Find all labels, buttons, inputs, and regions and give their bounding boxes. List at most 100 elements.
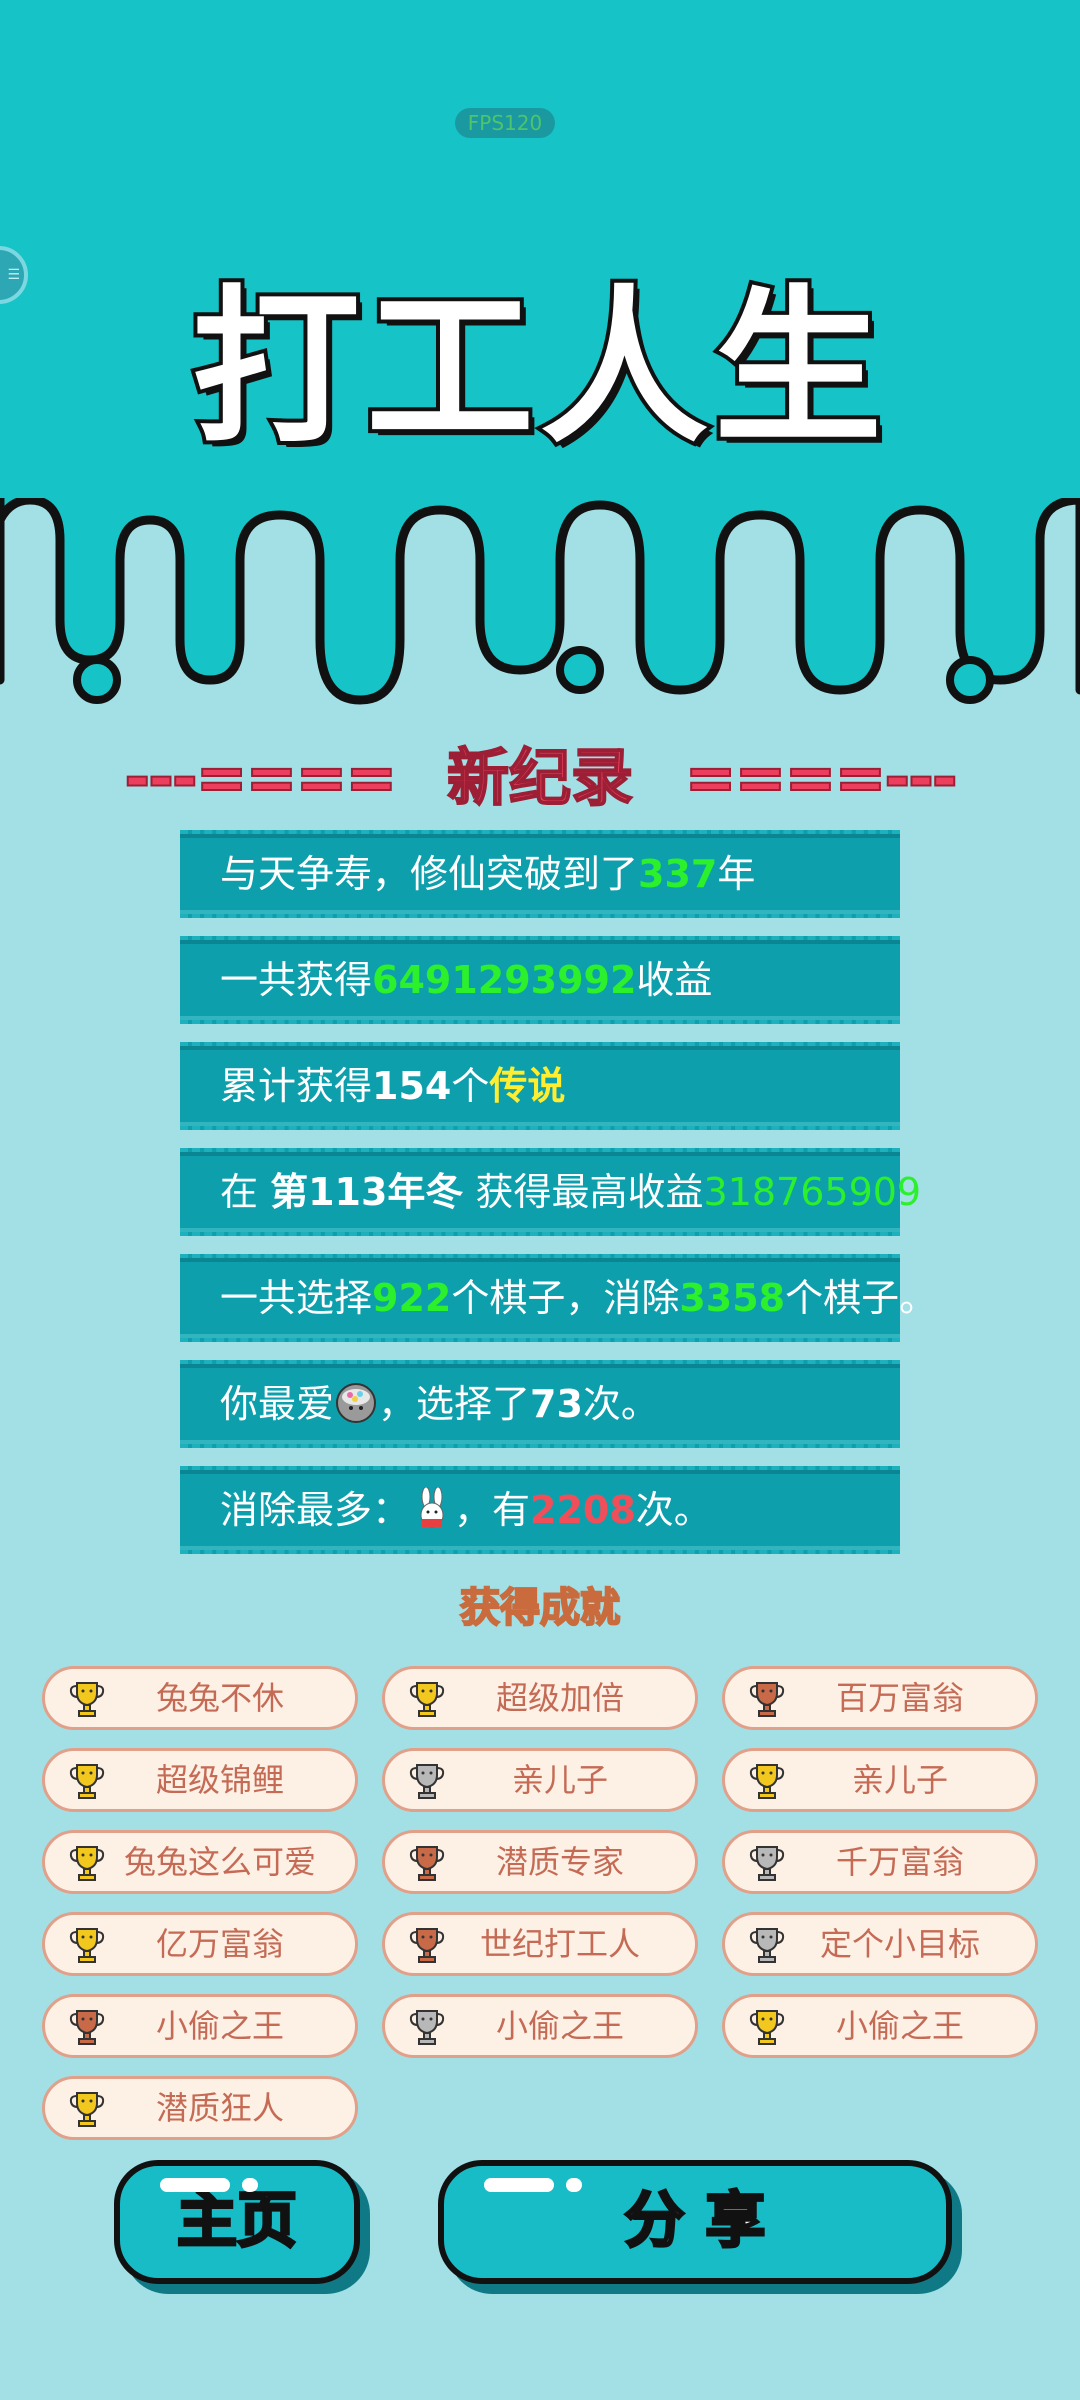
achievement-label: 定个小目标 [819, 1925, 980, 1963]
button-shine [160, 2178, 230, 2192]
record-dashes-left: ---==== [123, 740, 398, 815]
trophy-icon [409, 1846, 445, 1881]
legend-tag: 传说 [489, 1064, 566, 1108]
achievement-item[interactable]: 潜质狂人 [42, 2076, 358, 2140]
achievement-item[interactable]: 亲儿子 [722, 1748, 1038, 1812]
share-button-label: 分 享 [623, 2185, 767, 2258]
trophy-icon [69, 1682, 105, 1717]
trophy-icon [749, 1928, 785, 1963]
stat-value: 6491293992 [372, 958, 637, 1002]
achievement-label: 潜质狂人 [155, 2089, 284, 2127]
trophy-icon [69, 1764, 105, 1799]
stat-value: 337 [638, 852, 718, 896]
stat-text: 在 [220, 1170, 271, 1214]
stat-row-eliminated: 消除最多： ，有2208次。 [180, 1466, 900, 1554]
trophy-icon [409, 1682, 445, 1717]
trophy-icon [409, 1764, 445, 1799]
trophy-icon [749, 1764, 785, 1799]
achievement-label: 超级加倍 [495, 1679, 624, 1717]
achievement-label: 世纪打工人 [479, 1925, 640, 1963]
stat-value: 922 [372, 1276, 452, 1320]
trophy-icon [69, 1846, 105, 1881]
stats-panel: 与天争寿，修仙突破到了337年 一共获得6491293992收益 累计获得154… [180, 830, 937, 1572]
stat-text: 与天争寿，修仙突破到了 [220, 852, 639, 896]
record-title: 新纪录 [446, 740, 634, 815]
achievement-label: 亲儿子 [511, 1761, 608, 1799]
stat-text: ，选择了 [378, 1382, 531, 1426]
home-button[interactable]: 主页 [114, 2160, 360, 2284]
achievement-label: 千万富翁 [835, 1843, 964, 1881]
stat-season: 第113年冬 [270, 1170, 464, 1214]
achievements-title: 获得成就 [459, 1584, 621, 1632]
stat-text: 个 [451, 1064, 490, 1108]
achievement-item[interactable]: 兔兔这么可爱 [42, 1830, 358, 1894]
stat-value: 2208 [530, 1488, 636, 1532]
trophy-icon [749, 1846, 785, 1881]
home-button-label: 主页 [176, 2185, 299, 2258]
button-shine [242, 2178, 258, 2192]
achievement-label: 超级锦鲤 [155, 1761, 284, 1799]
share-button[interactable]: 分 享 [438, 2160, 952, 2284]
stat-text: 次。 [635, 1488, 712, 1532]
trophy-icon [69, 2010, 105, 2045]
stat-row-income: 一共获得6491293992收益 [180, 936, 900, 1024]
trophy-icon [409, 2010, 445, 2045]
stat-row-pieces: 一共选择922个棋子，消除3358个棋子。 [180, 1254, 937, 1342]
stat-row-cultivation: 与天争寿，修仙突破到了337年 [180, 830, 900, 918]
achievement-item[interactable]: 小偷之王 [722, 1994, 1038, 2058]
achievement-item[interactable]: 百万富翁 [722, 1666, 1038, 1730]
achievement-label: 小偷之王 [835, 2007, 964, 2045]
stat-text: 一共选择 [220, 1276, 373, 1320]
trophy-icon [749, 1682, 785, 1717]
stat-value: 318765909 [703, 1170, 922, 1214]
game-title: 打工人生 [188, 266, 888, 470]
stat-value: 154 [372, 1064, 452, 1108]
button-shine [484, 2178, 554, 2192]
achievement-label: 小偷之王 [495, 2007, 624, 2045]
trophy-icon [69, 2092, 105, 2127]
stat-text: 你最爱 [220, 1382, 335, 1426]
achievement-item[interactable]: 世纪打工人 [382, 1912, 698, 1976]
stat-text: 个棋子。 [785, 1276, 938, 1320]
stat-text: 获得最高收益 [463, 1170, 704, 1214]
achievement-label: 兔兔这么可爱 [123, 1843, 316, 1881]
trophy-icon [69, 1928, 105, 1963]
achievement-item[interactable]: 亿万富翁 [42, 1912, 358, 1976]
stat-text: 一共获得 [220, 958, 373, 1002]
stat-text: 次。 [582, 1382, 659, 1426]
stat-text: 年 [717, 852, 756, 896]
achievement-item[interactable]: 千万富翁 [722, 1830, 1038, 1894]
stat-row-legend: 累计获得154个传说 [180, 1042, 900, 1130]
trophy-icon [749, 2010, 785, 2045]
stat-text: 个棋子，消除 [451, 1276, 680, 1320]
stat-row-favorite: 你最爱 ，选择了73次。 [180, 1360, 900, 1448]
fps-indicator: FPS120 [455, 108, 555, 138]
trophy-icon [409, 1928, 445, 1963]
achievement-label: 亿万富翁 [155, 1925, 284, 1963]
stat-value: 73 [530, 1382, 583, 1426]
achievement-item[interactable]: 兔兔不休 [42, 1666, 358, 1730]
achievement-item[interactable]: 定个小目标 [722, 1912, 1038, 1976]
achievement-item[interactable]: 超级锦鲤 [42, 1748, 358, 1812]
achievement-label: 兔兔不休 [155, 1679, 284, 1717]
achievement-item[interactable]: 小偷之王 [42, 1994, 358, 2058]
record-dashes-right: ====--- [684, 740, 959, 815]
new-record-header: ---==== 新纪录 ====--- [0, 738, 1080, 818]
stat-text: ，有 [454, 1488, 531, 1532]
achievement-item[interactable]: 超级加倍 [382, 1666, 698, 1730]
achievement-label: 百万富翁 [835, 1679, 964, 1717]
achievement-item[interactable]: 潜质专家 [382, 1830, 698, 1894]
achievement-item[interactable]: 小偷之王 [382, 1994, 698, 2058]
achievement-label: 亲儿子 [851, 1761, 948, 1799]
stat-value: 3358 [679, 1276, 786, 1320]
achievement-item[interactable]: 亲儿子 [382, 1748, 698, 1812]
rabbit-piece-icon [420, 1487, 444, 1528]
favorite-piece-icon [336, 1383, 377, 1423]
button-shine [566, 2178, 582, 2192]
stat-row-best-season: 在 第113年冬 获得最高收益318765909 [180, 1148, 921, 1236]
stat-text: 累计获得 [220, 1064, 373, 1108]
stat-text: 消除最多： [220, 1488, 411, 1532]
achievement-label: 小偷之王 [155, 2007, 284, 2045]
achievement-label: 潜质专家 [495, 1843, 624, 1881]
stat-text: 收益 [636, 958, 713, 1002]
